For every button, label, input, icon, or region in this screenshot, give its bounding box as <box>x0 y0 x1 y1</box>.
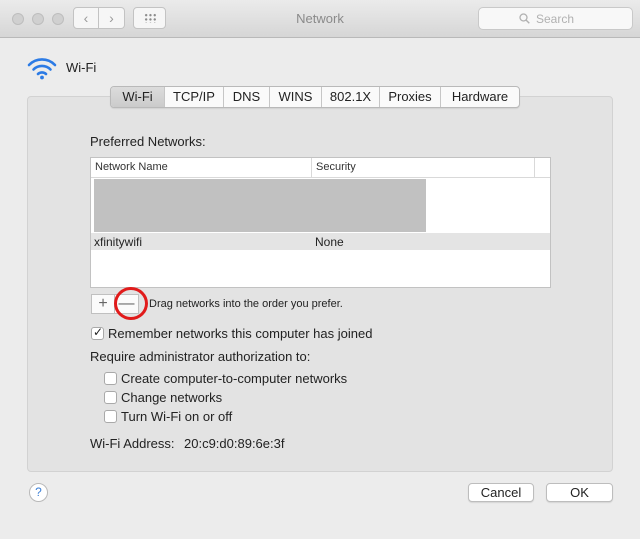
column-divider <box>534 158 535 178</box>
tab-tcpip[interactable]: TCP/IP <box>165 87 224 107</box>
search-placeholder: Search <box>536 12 575 26</box>
drag-hint: Drag networks into the order you prefer. <box>149 298 343 310</box>
add-network-button[interactable]: + <box>91 294 115 314</box>
require-admin-label: Require administrator authorization to: <box>90 349 311 364</box>
search-icon <box>519 13 530 24</box>
change-networks-label: Change networks <box>121 390 223 405</box>
tab-wins[interactable]: WINS <box>270 87 322 107</box>
column-divider <box>311 158 312 178</box>
highlight-circle <box>114 287 148 320</box>
create-networks-label: Create computer-to-computer networks <box>121 371 348 386</box>
help-button[interactable]: ? <box>29 483 48 502</box>
wifi-address-value: 20:c9:d0:89:6e:3f <box>184 436 285 451</box>
ok-button[interactable]: OK <box>546 483 613 502</box>
column-network-name[interactable]: Network Name <box>95 161 168 173</box>
security-cell: None <box>315 235 344 249</box>
interface-name: Wi-Fi <box>66 60 97 75</box>
redacted-network-rows <box>94 179 426 232</box>
tab-8021x[interactable]: 802.1X <box>322 87 380 107</box>
wifi-address-label: Wi-Fi Address: <box>90 436 175 451</box>
title-bar: ‹ › Network Search <box>0 0 640 38</box>
wifi-icon <box>27 58 57 80</box>
create-networks-checkbox[interactable] <box>104 372 117 385</box>
column-security[interactable]: Security <box>316 161 356 173</box>
tab-bar: Wi-Fi TCP/IP DNS WINS 802.1X Proxies Har… <box>110 86 520 108</box>
table-row[interactable]: xfinitywifi None <box>91 233 550 250</box>
turn-wifi-label: Turn Wi-Fi on or off <box>121 409 233 424</box>
turn-wifi-checkbox[interactable] <box>104 410 117 423</box>
search-input[interactable]: Search <box>478 7 633 30</box>
cancel-button[interactable]: Cancel <box>468 483 534 502</box>
change-networks-checkbox[interactable] <box>104 391 117 404</box>
table-header: Network Name Security <box>91 158 550 178</box>
tab-proxies[interactable]: Proxies <box>380 87 441 107</box>
tab-wifi[interactable]: Wi-Fi <box>111 87 165 107</box>
tab-hardware[interactable]: Hardware <box>441 87 519 107</box>
remember-networks-label: Remember networks this computer has join… <box>108 326 373 341</box>
tab-dns[interactable]: DNS <box>224 87 270 107</box>
remember-networks-checkbox[interactable] <box>91 325 104 340</box>
preferred-networks-table[interactable]: Network Name Security xfinitywifi None <box>90 157 551 288</box>
preferred-networks-label: Preferred Networks: <box>90 134 206 149</box>
network-name-cell: xfinitywifi <box>94 235 143 249</box>
